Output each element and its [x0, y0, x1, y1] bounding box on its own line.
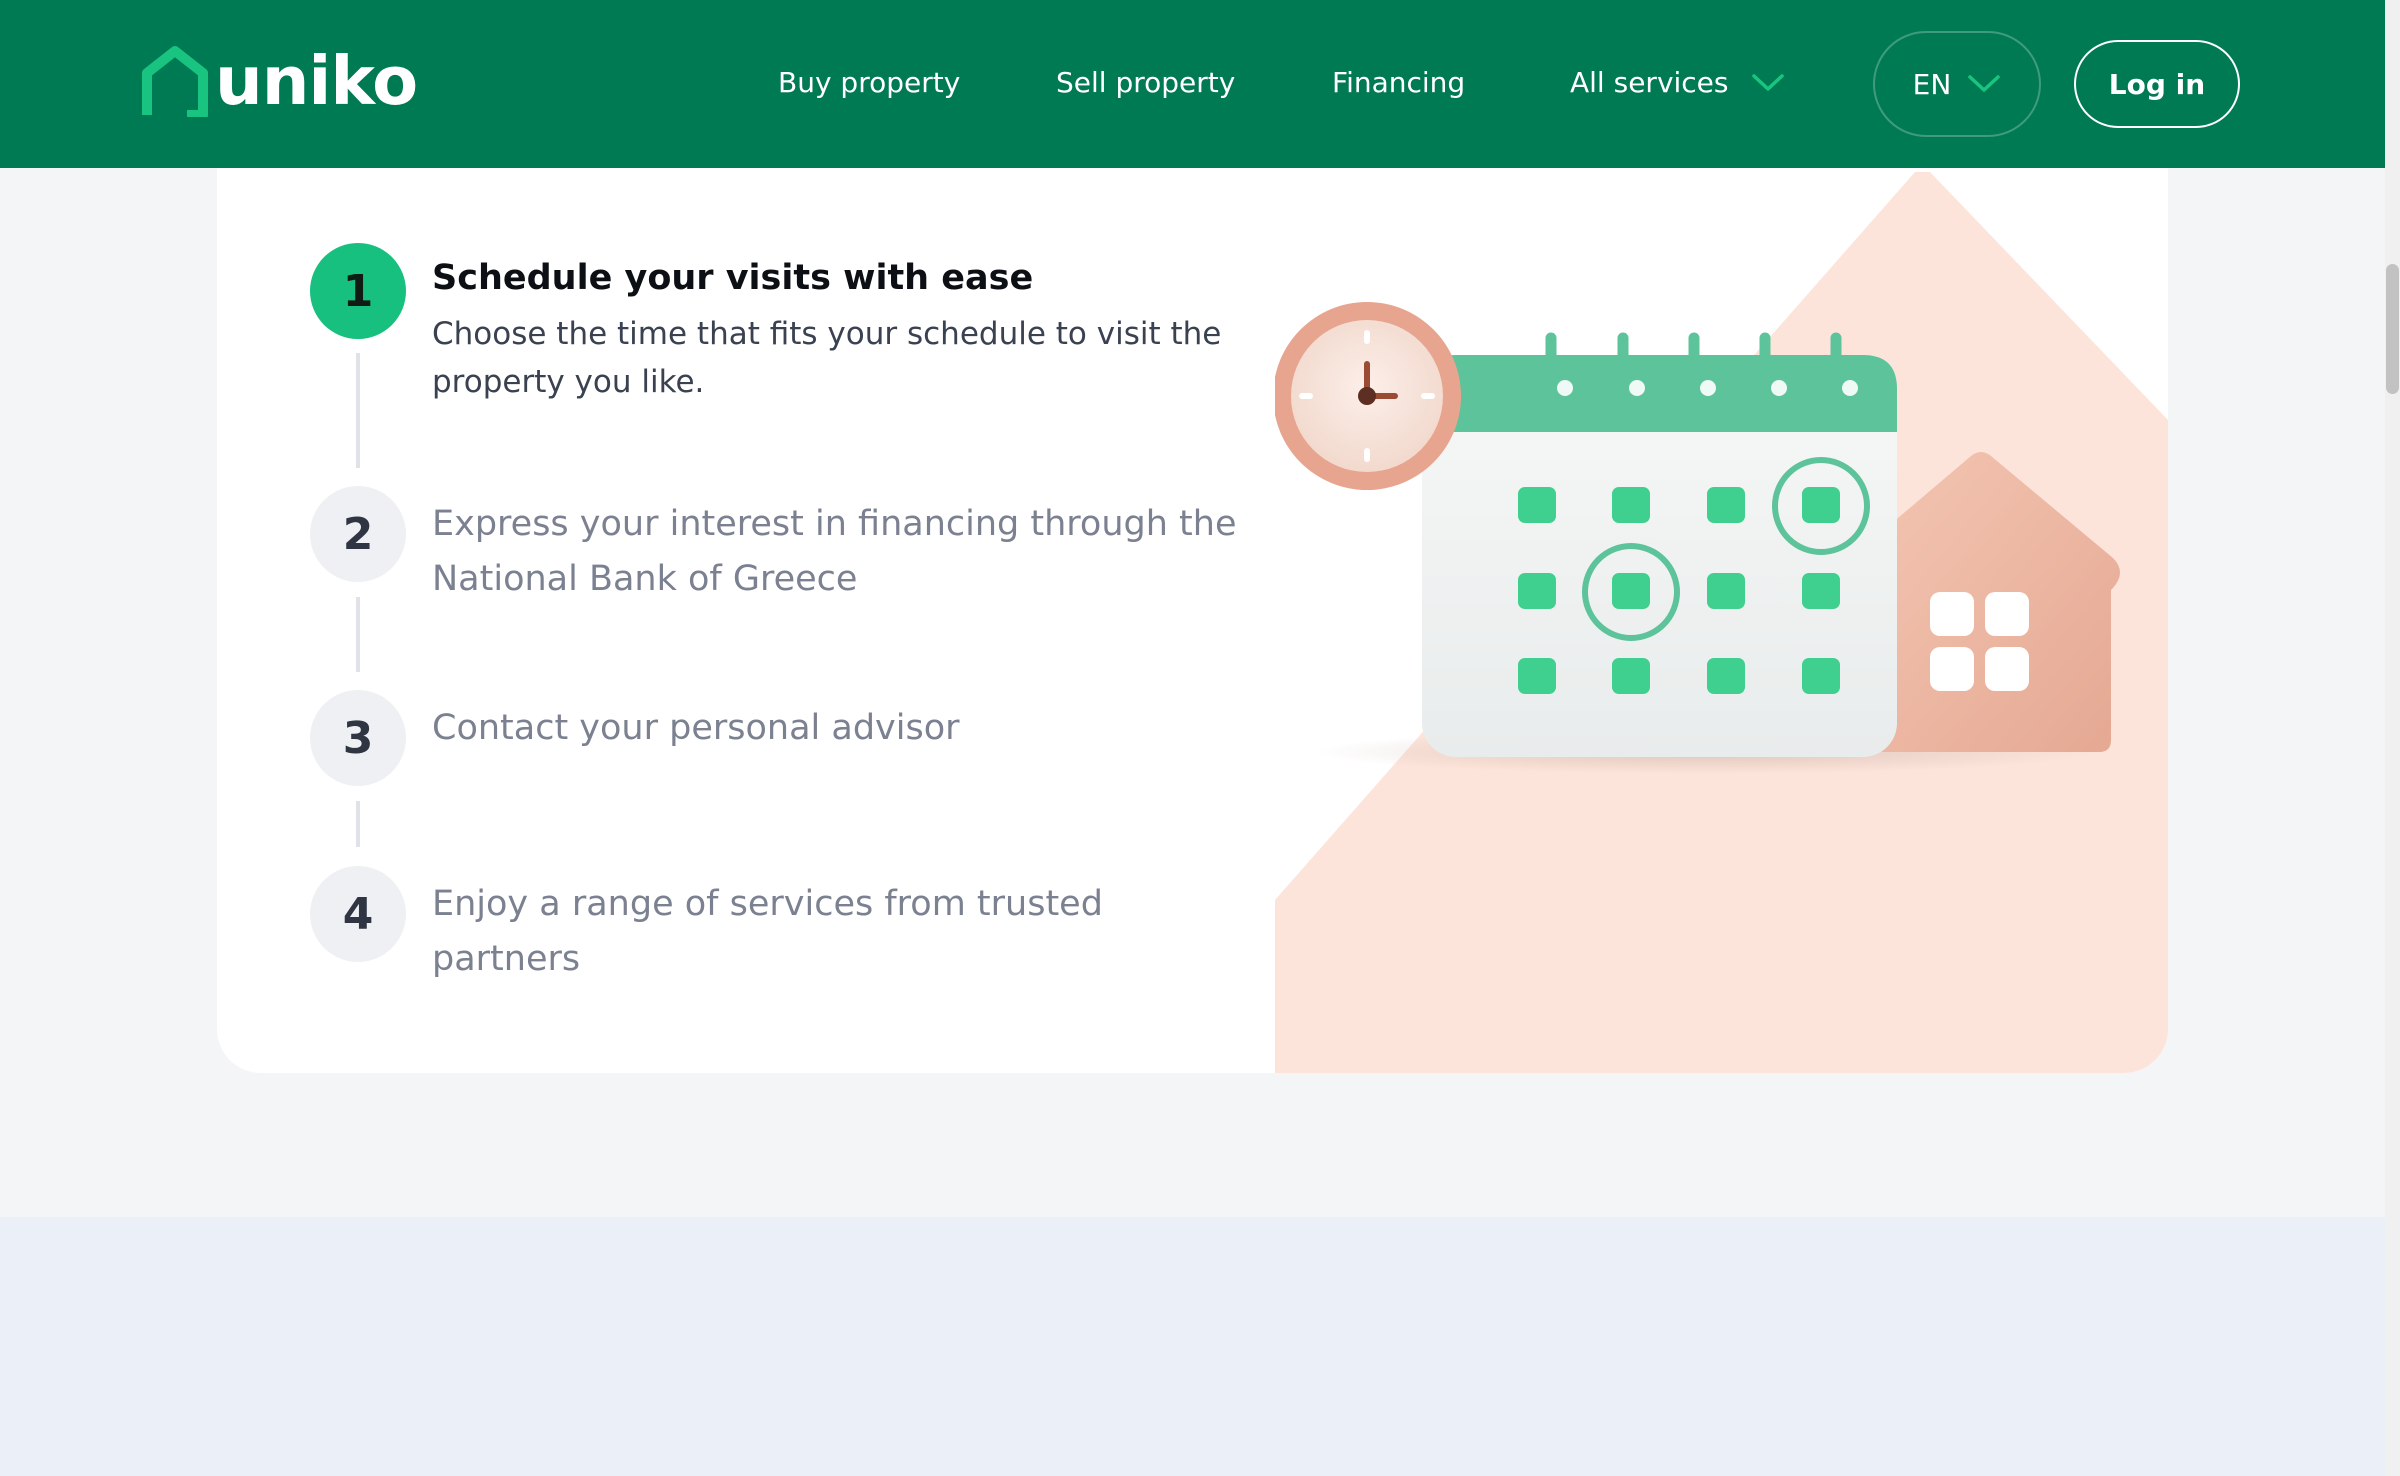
house-outline-icon: [142, 46, 208, 117]
chevron-down-icon: [1751, 74, 1784, 91]
next-section-band: [0, 1217, 2385, 1476]
uniko-logo[interactable]: uniko: [141, 42, 418, 120]
top-navigation-bar: uniko Buy property Sell property Financi…: [0, 0, 2385, 168]
step-connector: [356, 353, 360, 468]
step-3-text[interactable]: Contact your personal advisor: [432, 701, 1252, 756]
step-connector: [356, 801, 360, 847]
step-2-number[interactable]: 2: [310, 486, 406, 582]
nav-financing[interactable]: Financing: [1332, 63, 1465, 103]
step-connector: [356, 597, 360, 672]
step-1-description: Choose the time that fits your schedule …: [432, 316, 1222, 400]
step-3-number[interactable]: 3: [310, 690, 406, 786]
step-4-number[interactable]: 4: [310, 866, 406, 962]
logo-text: uniko: [215, 42, 418, 120]
steps-card: 1 Schedule your visits with ease Choose …: [217, 120, 2168, 1073]
step-4-text[interactable]: Enjoy a range of services from trusted p…: [432, 877, 1252, 987]
login-button[interactable]: Log in: [2074, 40, 2240, 128]
nav-all-services[interactable]: All services: [1570, 63, 1785, 103]
calendar-clock-house-illustration: [1275, 172, 2168, 1073]
nav-sell-property[interactable]: Sell property: [1056, 63, 1235, 103]
nav-buy-property[interactable]: Buy property: [778, 63, 960, 103]
language-label: EN: [1912, 67, 1952, 101]
scrollbar-track[interactable]: [2385, 0, 2400, 1476]
language-selector[interactable]: EN: [1873, 31, 2041, 137]
scrollbar-thumb[interactable]: [2386, 264, 2399, 394]
step-2-text[interactable]: Express your interest in financing throu…: [432, 497, 1252, 607]
nav-all-services-label: All services: [1570, 66, 1729, 99]
chevron-down-icon: [1968, 75, 2001, 92]
page: 1 Schedule your visits with ease Choose …: [0, 0, 2400, 1476]
step-1-title: Schedule your visits with ease: [432, 258, 1034, 298]
step-1-number[interactable]: 1: [310, 243, 406, 339]
